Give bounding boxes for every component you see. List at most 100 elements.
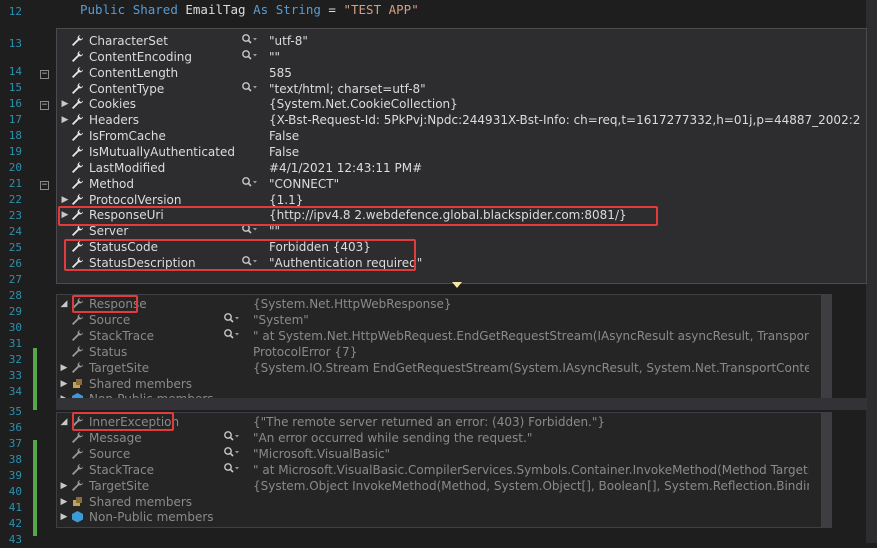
visualizer-magnifier-icon[interactable]: [223, 328, 239, 345]
line-number: 15: [8, 81, 22, 94]
visualizer-magnifier-icon[interactable]: [223, 312, 239, 329]
property-name: Message: [89, 430, 142, 445]
highlight-response-uri: [58, 206, 658, 226]
editor-scrollbar[interactable]: [866, 0, 877, 543]
line-number: 41: [8, 501, 22, 514]
property-wrench-icon: [71, 34, 85, 48]
string-literal: "TEST APP": [343, 2, 419, 17]
property-name: ContentEncoding: [89, 49, 193, 64]
equals-sign: =: [328, 2, 336, 17]
response-scrollbar[interactable]: [822, 294, 832, 410]
property-row-status[interactable]: Status ProtocolError {7}: [57, 344, 821, 360]
identifier-emailtag: EmailTag: [185, 2, 246, 17]
line-number: 17: [8, 113, 22, 126]
line-number: 28: [8, 289, 22, 302]
visualizer-magnifier-icon[interactable]: [223, 462, 239, 479]
expand-arrow-icon[interactable]: ▶: [59, 510, 69, 524]
property-row-method[interactable]: Method "CONNECT": [57, 176, 866, 192]
expand-arrow-icon[interactable]: ▶: [60, 193, 70, 207]
response-hscroll[interactable]: [56, 398, 867, 410]
fold-toggle-icon[interactable]: −: [40, 181, 49, 190]
property-value: ProtocolError {7}: [253, 344, 358, 359]
property-row-lastmodified[interactable]: LastModified #4/1/2021 12:43:11 PM#: [57, 160, 866, 176]
shared-members-icon: [71, 495, 85, 509]
change-bar: [33, 440, 37, 536]
expand-arrow-icon[interactable]: ▶: [59, 361, 69, 375]
line-number: 23: [8, 209, 22, 222]
expand-arrow-icon[interactable]: ▶: [60, 113, 70, 127]
line-number: 39: [8, 469, 22, 482]
property-row-targetsite[interactable]: ▶ TargetSite {System.IO.Stream EndGetReque…: [57, 360, 821, 376]
fold-toggle-icon[interactable]: −: [40, 70, 49, 79]
property-row-source[interactable]: Source "System": [57, 312, 821, 328]
property-row-stacktrace[interactable]: StackTrace " at Microsoft.VisualBasic.Com…: [57, 462, 821, 478]
property-name: Shared members: [89, 376, 193, 391]
line-number: 22: [8, 193, 22, 206]
property-value: "utf-8": [269, 34, 308, 48]
expand-arrow-icon[interactable]: ▶: [59, 495, 69, 509]
fold-toggle-icon[interactable]: −: [40, 101, 49, 110]
code-line-13[interactable]: Public Shared EmailTag As String = "TEST…: [80, 2, 419, 17]
property-row-shared-members[interactable]: ▶ Shared members: [57, 494, 821, 510]
property-wrench-icon: [71, 66, 85, 80]
keyword-shared: Shared: [132, 2, 178, 17]
highlight-response: [72, 295, 138, 313]
property-wrench-icon: [71, 313, 85, 327]
property-row-contentencoding[interactable]: ContentEncoding "": [57, 49, 866, 65]
property-wrench-icon: [71, 361, 85, 375]
property-row-stacktrace[interactable]: StackTrace " at System.Net.HttpWebRequest…: [57, 328, 821, 344]
property-wrench-icon: [71, 82, 85, 96]
property-row-shared-members[interactable]: ▶ Shared members: [57, 376, 821, 392]
expand-arrow-icon[interactable]: ▶: [60, 97, 70, 111]
line-number: 42: [8, 517, 22, 530]
keyword-public: Public: [80, 2, 126, 17]
property-name: StackTrace: [89, 328, 155, 343]
property-value: {System.Net.CookieCollection}: [269, 97, 458, 112]
line-number: 18: [8, 129, 22, 142]
property-wrench-icon: [71, 113, 85, 127]
visualizer-magnifier-icon[interactable]: [223, 446, 239, 463]
property-wrench-icon: [71, 479, 85, 493]
highlight-status: [64, 239, 416, 271]
property-row-characterset[interactable]: CharacterSet "utf-8": [57, 33, 866, 49]
property-row-contenttype[interactable]: ContentType "text/html; charset=utf-8": [57, 81, 866, 97]
property-name: LastModified: [89, 160, 166, 175]
response-section: ◢ Response {System.Net.HttpWebResponse} Sou…: [56, 294, 822, 410]
property-row-headers[interactable]: ▶ Headers {X-Bst-Request-Id: 5PkPvj:Npdc:2…: [57, 112, 866, 128]
visualizer-magnifier-icon[interactable]: [241, 49, 257, 66]
property-value: {X-Bst-Request-Id: 5PkPvj:Npdc:244931X-B…: [269, 113, 860, 128]
property-row-isfromcache[interactable]: IsFromCache False: [57, 128, 866, 144]
property-row-cookies[interactable]: ▶ Cookies {System.Net.CookieCollection}: [57, 96, 866, 112]
property-wrench-icon: [71, 145, 85, 159]
visualizer-magnifier-icon[interactable]: [241, 33, 257, 50]
line-number: 21: [8, 177, 22, 190]
property-name: Shared members: [89, 494, 193, 509]
line-number: 37: [8, 437, 22, 450]
property-wrench-icon: [71, 129, 85, 143]
property-row-non-public-members[interactable]: ▶ Non-Public members: [57, 509, 821, 525]
property-row-source[interactable]: Source "Microsoft.VisualBasic": [57, 446, 821, 462]
expand-arrow-icon[interactable]: ◢: [59, 415, 69, 429]
property-row-message[interactable]: Message "An error occurred while sending …: [57, 430, 821, 446]
datatip-scroll-down-icon[interactable]: [452, 282, 462, 288]
property-wrench-icon: [71, 345, 85, 359]
property-name: TargetSite: [89, 360, 150, 375]
expand-arrow-icon[interactable]: ▶: [59, 479, 69, 493]
property-row-ismutuallyauthenticated[interactable]: IsMutuallyAuthenticated False: [57, 144, 866, 160]
visualizer-magnifier-icon[interactable]: [223, 430, 239, 447]
property-value: 585: [269, 65, 292, 80]
property-wrench-icon: [71, 193, 85, 207]
line-number-gutter: 12 13 14 15 16 17 18 19 20 21 22 23 24 25 26 27 28 29 30 31…: [0, 0, 52, 546]
property-value: {"The remote server returned an error: (…: [253, 415, 606, 429]
expand-arrow-icon[interactable]: ◢: [59, 297, 69, 311]
property-row-response[interactable]: ◢ Response {System.Net.HttpWebResponse}: [57, 296, 821, 312]
property-wrench-icon: [71, 224, 85, 238]
inner-scrollbar[interactable]: [822, 412, 832, 528]
expand-arrow-icon[interactable]: ▶: [59, 377, 69, 391]
property-row-contentlength[interactable]: ContentLength 585: [57, 65, 866, 81]
property-wrench-icon: [71, 447, 85, 461]
visualizer-magnifier-icon[interactable]: [241, 81, 257, 98]
property-wrench-icon: [71, 463, 85, 477]
visualizer-magnifier-icon[interactable]: [241, 176, 257, 193]
property-row-targetsite[interactable]: ▶ TargetSite {System.Object InvokeMethod(M…: [57, 478, 821, 494]
